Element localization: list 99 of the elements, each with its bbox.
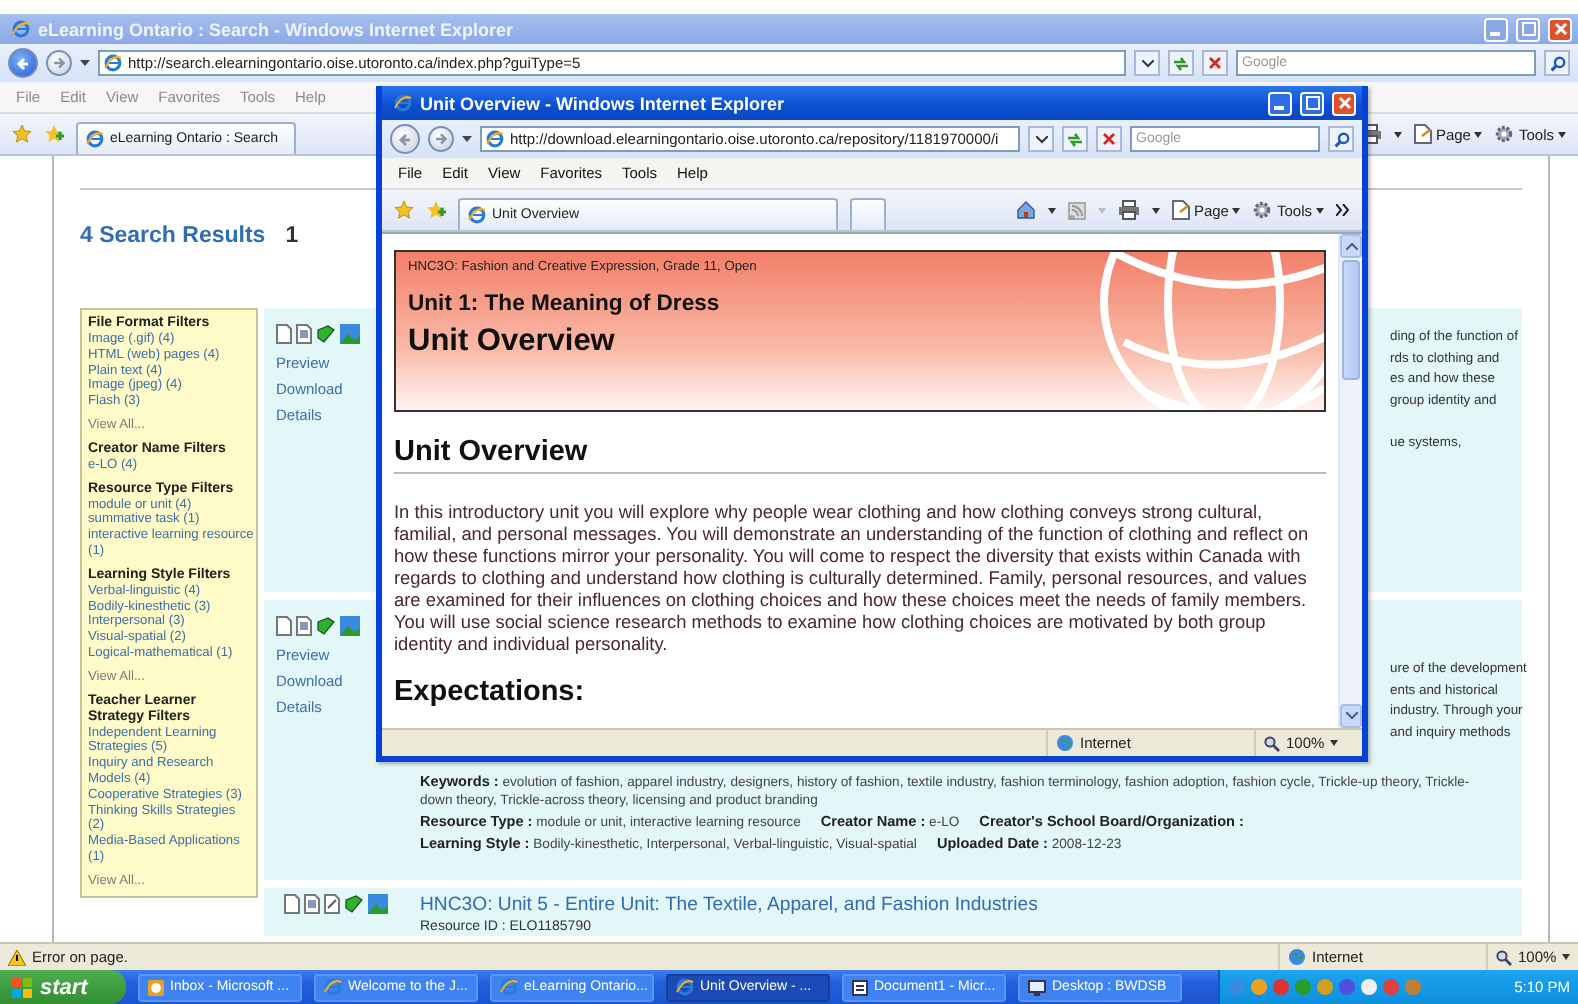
document-icon [304, 894, 320, 914]
caret-icon [1393, 131, 1402, 137]
caret-icon [1047, 207, 1056, 213]
browser-icon [394, 94, 412, 112]
gear-icon [1494, 124, 1515, 144]
landscape-icon [368, 894, 388, 914]
forward-button[interactable] [428, 126, 454, 152]
search-button[interactable] [1328, 126, 1354, 152]
forward-button[interactable] [46, 50, 72, 76]
maximize-button[interactable] [1516, 17, 1540, 41]
globe-icon [1056, 734, 1074, 752]
scroll-down-button[interactable] [1340, 704, 1362, 728]
minimize-button[interactable] [1268, 91, 1292, 115]
monitor-icon [1028, 979, 1046, 995]
dropdown-button[interactable] [1134, 50, 1160, 76]
caret-icon [80, 59, 90, 67]
window-title: Unit Overview - Windows Internet Explorer [420, 93, 786, 113]
left-arrow-icon [15, 55, 31, 71]
scroll-up-button[interactable] [1340, 234, 1362, 258]
caret-icon [462, 135, 472, 143]
zoom-icon [1264, 735, 1280, 751]
caret-icon [1097, 207, 1106, 213]
add-favorite-icon [426, 200, 446, 220]
refresh-icon [1066, 131, 1084, 147]
overview-paragraph: In this introductory unit you will explore why people wear clothing and how clothing conveys strong cultural, familial, and personal messages. You will demonstrate an understanding of the function of clothing and reflect on how these functions mirror your personality. You will come to respect the diversity that exists within Canada with regards to clothing and understand how clothing is culturally determined. Family, personal resources, and values are examined for their influences on clothing choices and how these choices meet the needs of family members. You will use social science research methods to examine how clothing choices are motivated by both group identity and individual personality. [394, 502, 1311, 656]
page-icon [1171, 200, 1190, 220]
browser-icon [86, 130, 104, 148]
browser-icon [468, 206, 486, 224]
search-icon [1549, 55, 1565, 71]
section-heading: Expectations: [394, 676, 587, 708]
result-title-link[interactable]: HNC3O: Unit 5 - Entire Unit: The Textile, Apparel, and Fashion Industries [420, 894, 1038, 918]
stop-button[interactable] [1202, 50, 1228, 76]
maximize-icon [1521, 22, 1535, 36]
caret-icon [1330, 740, 1339, 746]
page-icon [284, 894, 300, 914]
search-button[interactable] [1544, 50, 1570, 76]
caret-icon [1141, 59, 1153, 67]
page-icon [276, 616, 292, 636]
maximize-button[interactable] [1300, 91, 1324, 115]
caret-icon [1035, 135, 1047, 143]
browser-icon [500, 978, 518, 996]
favorites-star-icon [394, 200, 414, 220]
page-icon [1413, 124, 1432, 144]
browser-icon [486, 130, 504, 148]
close-button[interactable] [1548, 17, 1572, 41]
browser-icon [12, 20, 30, 38]
close-button[interactable] [1332, 91, 1356, 115]
start-button[interactable]: start [0, 970, 126, 1004]
caret-icon [1151, 207, 1160, 213]
printer-icon [1117, 200, 1140, 220]
window-title: eLearning Ontario : Search - Windows Internet Explorer [38, 19, 515, 39]
home-icon [1015, 200, 1036, 220]
warning-icon [8, 949, 26, 965]
search-icon [1333, 131, 1349, 147]
browser-icon [104, 54, 122, 72]
banner-title: Unit Overview [408, 324, 617, 360]
close-icon [1553, 22, 1567, 36]
maximize-icon [1305, 96, 1319, 110]
caret-icon [1558, 131, 1566, 137]
minimize-button[interactable] [1484, 17, 1508, 41]
unit-title: Unit 1: The Meaning of Dress [408, 292, 722, 316]
document-icon [296, 324, 312, 344]
chevrons-icon [1336, 204, 1350, 216]
windows-logo-icon [12, 977, 32, 997]
landscape-icon [340, 324, 360, 344]
gear-icon [1252, 200, 1273, 220]
right-arrow-icon [434, 132, 448, 146]
scroll-thumb[interactable] [1342, 260, 1360, 380]
right-arrow-icon [52, 56, 66, 70]
refresh-button[interactable] [1062, 126, 1088, 152]
refresh-icon [1172, 55, 1190, 71]
zoom-icon [1496, 949, 1512, 965]
browser-icon [676, 978, 694, 996]
caret-icon [1232, 207, 1241, 213]
close-icon [1337, 96, 1351, 110]
dropdown-button[interactable] [1028, 126, 1054, 152]
favorites-star-icon [12, 124, 32, 144]
refresh-button[interactable] [1168, 50, 1194, 76]
document-icon [296, 616, 312, 636]
section-heading: Unit Overview [394, 436, 1326, 474]
stop-icon [1208, 56, 1222, 70]
edit-page-icon [324, 894, 340, 914]
stop-button[interactable] [1096, 126, 1122, 152]
caret-icon [1562, 954, 1571, 960]
document-icon [852, 979, 868, 995]
back-button[interactable] [390, 124, 420, 154]
browser-icon [324, 978, 342, 996]
left-arrow-icon [397, 131, 413, 147]
page-number[interactable]: 1 [285, 224, 299, 248]
caret-icon [1316, 207, 1324, 213]
results-heading: 4 Search Results [80, 224, 266, 248]
page-icon [276, 324, 292, 344]
caret-icon [1474, 131, 1483, 137]
globe-icon [1288, 948, 1306, 966]
stop-icon [1102, 132, 1116, 146]
landscape-icon [340, 616, 360, 636]
feed-icon [1067, 201, 1086, 219]
add-favorite-icon [44, 124, 64, 144]
back-button[interactable] [8, 48, 38, 78]
